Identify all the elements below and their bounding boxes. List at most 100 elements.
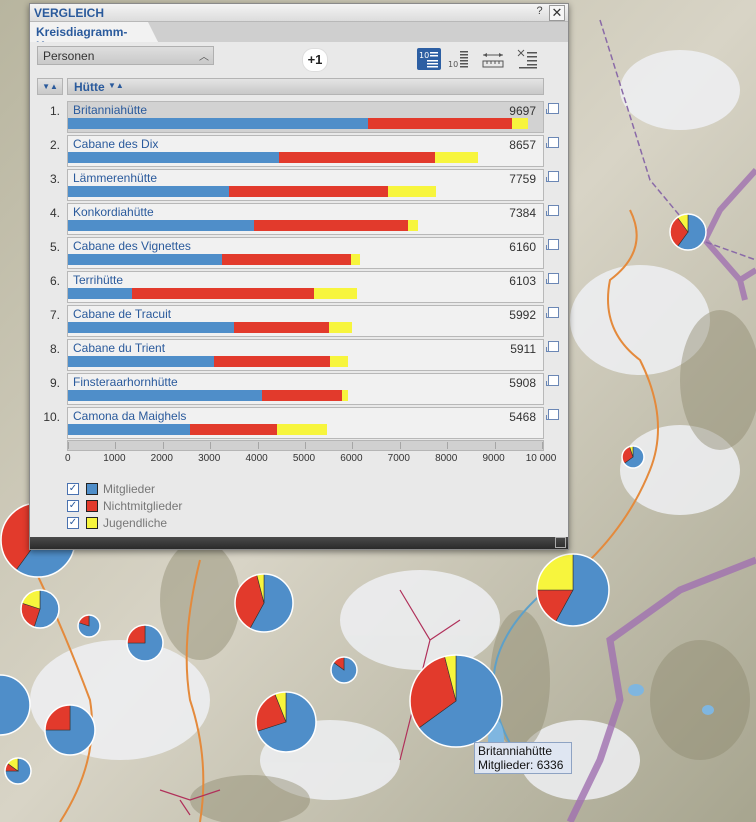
hut-name[interactable]: Terrihütte [73, 273, 123, 287]
bar-segment-mitglieder[interactable] [68, 152, 279, 163]
bar-segment-mitglieder[interactable] [68, 390, 263, 401]
close-button[interactable]: ✕ [549, 5, 565, 21]
list-item[interactable]: 4. Konkordiahütte 7384 [30, 203, 568, 237]
sort-icon[interactable]: ▼▲ [37, 78, 63, 95]
bar-segment-jugendliche[interactable] [387, 186, 436, 197]
fit-width-button[interactable] [481, 48, 505, 70]
hut-name[interactable]: Cabane des Vignettes [73, 239, 191, 253]
list-item[interactable]: 2. Cabane des Dix 8657 [30, 135, 568, 169]
tab-kreisdiagramm-karte[interactable]: Kreisdiagramm-Karte [30, 22, 158, 42]
bar-segment-nichtmitglieder[interactable] [278, 152, 436, 163]
bar-segment-jugendliche[interactable] [341, 390, 349, 401]
hut-name[interactable]: Finsteraarhornhütte [73, 375, 178, 389]
list-item[interactable]: 8. Cabane du Trient 5911 [30, 339, 568, 373]
bar-segment-jugendliche[interactable] [277, 424, 328, 435]
bar-segment-jugendliche[interactable] [329, 356, 349, 367]
bar-segment-jugendliche[interactable] [328, 322, 352, 333]
bar-segment-nichtmitglieder[interactable] [262, 390, 342, 401]
rank-label: 1. [49, 104, 60, 118]
rank-label: 10. [43, 410, 60, 424]
bar-segment-nichtmitglieder[interactable] [131, 288, 315, 299]
map-pie-chart[interactable] [669, 213, 707, 251]
bottom-10-button[interactable]: 10 [446, 48, 470, 70]
comparison-panel: VERGLEICH ? ✕ Kreisdiagramm-Karte Person… [29, 3, 569, 550]
map-pie-chart[interactable] [20, 589, 60, 629]
pin-icon[interactable] [546, 409, 559, 420]
pin-icon[interactable] [546, 273, 559, 284]
map-pie-chart[interactable] [4, 757, 32, 785]
checkbox[interactable]: ✓ [67, 483, 79, 495]
measure-dropdown[interactable]: Personen ︿ [37, 46, 214, 65]
bar-segment-nichtmitglieder[interactable] [229, 186, 388, 197]
hut-name[interactable]: Cabane du Trient [73, 341, 165, 355]
bar-segment-jugendliche[interactable] [351, 254, 360, 265]
bar-segment-nichtmitglieder[interactable] [368, 118, 512, 129]
column-header-huette[interactable]: Hütte ▼▲ [67, 78, 544, 95]
list-item[interactable]: 7. Cabane de Tracuit 5992 [30, 305, 568, 339]
column-header-label: Hütte [74, 80, 105, 94]
rank-label: 2. [49, 138, 60, 152]
bar-segment-nichtmitglieder[interactable] [190, 424, 278, 435]
pin-icon[interactable] [546, 307, 559, 318]
list-item[interactable]: 5. Cabane des Vignettes 6160 [30, 237, 568, 271]
bar-segment-jugendliche[interactable] [314, 288, 358, 299]
hut-name[interactable]: Cabane de Tracuit [73, 307, 171, 321]
top-10-button[interactable]: 10 [417, 48, 441, 70]
hut-total: 7384 [509, 206, 536, 220]
checkbox[interactable]: ✓ [67, 500, 79, 512]
hut-name[interactable]: Konkordiahütte [73, 205, 154, 219]
list-item[interactable]: 9. Finsteraarhornhütte 5908 [30, 373, 568, 407]
bar-segment-mitglieder[interactable] [68, 322, 234, 333]
bar-segment-jugendliche[interactable] [435, 152, 479, 163]
resize-icon[interactable] [555, 537, 566, 548]
pin-icon[interactable] [546, 103, 559, 114]
map-pie-chart[interactable] [255, 691, 317, 753]
legend-label: Jugendliche [103, 516, 168, 530]
bar-segment-mitglieder[interactable] [68, 356, 214, 367]
pin-icon[interactable] [546, 239, 559, 250]
bar-segment-mitglieder[interactable] [68, 424, 191, 435]
panel-titlebar[interactable]: VERGLEICH ? ✕ [30, 4, 568, 22]
bar-segment-mitglieder[interactable] [68, 118, 369, 129]
checkbox[interactable]: ✓ [67, 517, 79, 529]
bar-segment-mitglieder[interactable] [68, 220, 255, 231]
pin-icon[interactable] [546, 341, 559, 352]
clear-list-icon [517, 49, 537, 69]
bar-segment-nichtmitglieder[interactable] [254, 220, 409, 231]
bar-segment-nichtmitglieder[interactable] [233, 322, 329, 333]
map-pie-chart[interactable] [44, 704, 96, 756]
list-item[interactable]: 10. Camona da Maighels 5468 [30, 407, 568, 441]
hut-total: 5468 [509, 410, 536, 424]
add-item-button[interactable]: +1 [302, 48, 328, 72]
list-item[interactable]: 1. Britanniahütte 9697 [30, 101, 568, 135]
axis-tick [162, 442, 164, 449]
bar-segment-mitglieder[interactable] [68, 254, 223, 265]
map-pie-chart[interactable] [409, 654, 503, 748]
help-button[interactable]: ? [533, 5, 546, 19]
clear-list-button[interactable] [516, 48, 540, 70]
bar-segment-nichtmitglieder[interactable] [222, 254, 352, 265]
bar-segment-jugendliche[interactable] [408, 220, 418, 231]
map-pie-chart[interactable] [126, 624, 164, 662]
list-item[interactable]: 3. Lämmerenhütte 7759 [30, 169, 568, 203]
pin-icon[interactable] [546, 171, 559, 182]
map-pie-chart[interactable] [621, 445, 645, 469]
pin-icon[interactable] [546, 375, 559, 386]
bar-segment-mitglieder[interactable] [68, 288, 132, 299]
bar-segment-jugendliche[interactable] [511, 118, 528, 129]
bar-segment-mitglieder[interactable] [68, 186, 230, 197]
axis-tick [542, 442, 543, 449]
hut-total: 5992 [509, 308, 536, 322]
map-pie-chart[interactable] [330, 656, 358, 684]
list-item[interactable]: 6. Terrihütte 6103 [30, 271, 568, 305]
map-pie-chart[interactable] [536, 553, 610, 627]
bar-segment-nichtmitglieder[interactable] [213, 356, 330, 367]
pin-icon[interactable] [546, 205, 559, 216]
hut-name[interactable]: Britanniahütte [73, 103, 147, 117]
pin-icon[interactable] [546, 137, 559, 148]
hut-name[interactable]: Lämmerenhütte [73, 171, 157, 185]
map-pie-chart[interactable] [234, 573, 294, 633]
hut-name[interactable]: Cabane des Dix [73, 137, 158, 151]
hut-name[interactable]: Camona da Maighels [73, 409, 186, 423]
map-pie-chart[interactable] [77, 614, 101, 638]
